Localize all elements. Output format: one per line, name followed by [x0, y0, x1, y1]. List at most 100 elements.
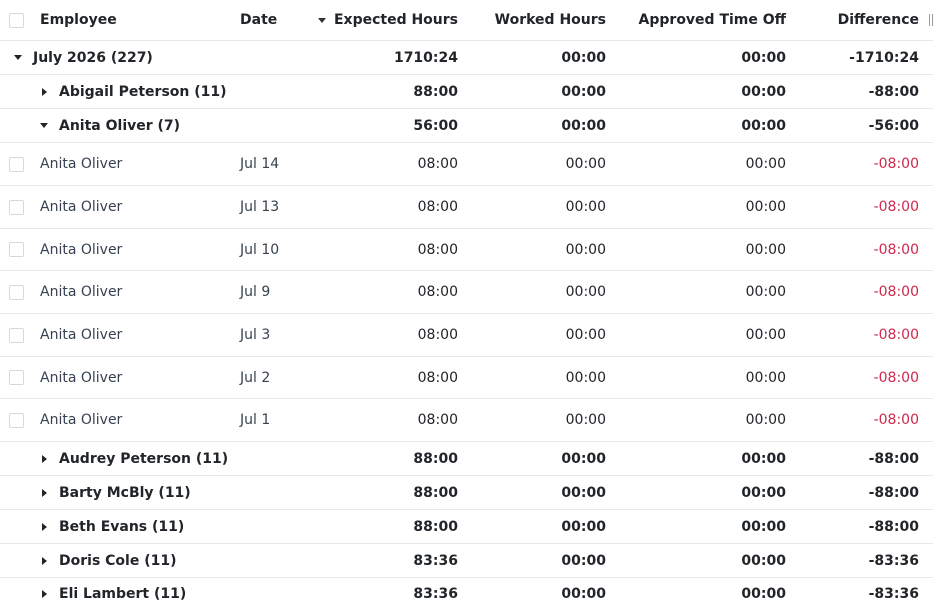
group-expected-hours: 88:00 [413, 83, 458, 100]
expected-hours: 08:00 [417, 241, 458, 258]
group-time-off: 00:00 [741, 49, 786, 66]
group-expected-hours: 88:00 [413, 484, 458, 501]
caret-right-icon [42, 442, 47, 475]
group-label: Eli Lambert (11) [59, 586, 187, 602]
group-label: Anita Oliver (7) [59, 117, 181, 134]
group-row-barty-mcbly[interactable]: Barty McBly (11) 88:00 00:00 00:00 -88:0… [0, 476, 933, 510]
group-expected-hours: 56:00 [413, 117, 458, 134]
group-row-beth-evans[interactable]: Beth Evans (11) 88:00 00:00 00:00 -88:00 [0, 510, 933, 544]
expected-hours: 08:00 [417, 369, 458, 386]
row-checkbox[interactable] [9, 186, 24, 228]
group-difference: -56:00 [868, 117, 919, 134]
row-checkbox[interactable] [9, 399, 24, 441]
group-difference: -88:00 [868, 518, 919, 535]
expected-hours: 08:00 [417, 156, 458, 172]
expected-hours: 08:00 [417, 199, 458, 215]
group-difference: -1710:24 [849, 49, 919, 66]
worked-hours: 00:00 [565, 369, 606, 386]
caret-right-icon [42, 75, 47, 108]
record-date: Jul 3 [240, 327, 271, 343]
table-row[interactable]: Anita Oliver Jul 13 08:00 00:00 00:00 -0… [0, 186, 933, 229]
group-worked-hours: 00:00 [561, 518, 606, 535]
group-label: Abigail Peterson (11) [59, 83, 227, 100]
employee-name: Anita Oliver [40, 284, 123, 300]
row-checkbox[interactable] [9, 314, 24, 356]
table-row[interactable]: Anita Oliver Jul 1 08:00 00:00 00:00 -08… [0, 399, 933, 442]
worked-hours: 00:00 [565, 199, 606, 215]
group-row-doris-cole[interactable]: Doris Cole (11) 83:36 00:00 00:00 -83:36 [0, 544, 933, 578]
column-header-date[interactable]: Date [240, 0, 277, 40]
group-label: Audrey Peterson (11) [59, 450, 229, 467]
column-header-worked-hours[interactable]: Worked Hours [495, 0, 606, 40]
group-time-off: 00:00 [741, 450, 786, 467]
time-off: 00:00 [745, 284, 786, 300]
table-row[interactable]: Anita Oliver Jul 10 08:00 00:00 00:00 -0… [0, 229, 933, 271]
group-label: Doris Cole (11) [59, 552, 177, 569]
worked-hours: 00:00 [565, 156, 606, 172]
table-row[interactable]: Anita Oliver Jul 3 08:00 00:00 00:00 -08… [0, 314, 933, 357]
group-row-eli-lambert[interactable]: Eli Lambert (11) 83:36 00:00 00:00 -83:3… [0, 578, 933, 610]
group-worked-hours: 00:00 [561, 484, 606, 501]
group-row-anita-oliver[interactable]: Anita Oliver (7) 56:00 00:00 00:00 -56:0… [0, 109, 933, 143]
group-worked-hours: 00:00 [561, 49, 606, 66]
table-row[interactable]: Anita Oliver Jul 9 08:00 00:00 00:00 -08… [0, 271, 933, 314]
group-difference: -83:36 [868, 586, 919, 602]
column-header-expected-hours[interactable]: Expected Hours [334, 0, 458, 40]
caret-right-icon [42, 510, 47, 543]
time-off: 00:00 [745, 156, 786, 172]
group-difference: -88:00 [868, 450, 919, 467]
caret-down-icon [40, 109, 48, 142]
expected-hours: 08:00 [417, 284, 458, 300]
time-off: 00:00 [745, 369, 786, 386]
table-row[interactable]: Anita Oliver Jul 2 08:00 00:00 00:00 -08… [0, 357, 933, 399]
group-time-off: 00:00 [741, 518, 786, 535]
difference: -08:00 [873, 156, 919, 172]
employee-name: Anita Oliver [40, 327, 123, 343]
group-worked-hours: 00:00 [561, 552, 606, 569]
time-off: 00:00 [745, 241, 786, 258]
column-header-employee[interactable]: Employee [40, 0, 117, 40]
table-header: Employee Date Expected Hours Worked Hour… [0, 0, 933, 41]
time-off: 00:00 [745, 327, 786, 343]
record-date: Jul 9 [240, 284, 271, 300]
group-row-audrey-peterson[interactable]: Audrey Peterson (11) 88:00 00:00 00:00 -… [0, 442, 933, 476]
difference: -08:00 [873, 199, 919, 215]
group-worked-hours: 00:00 [561, 450, 606, 467]
row-checkbox[interactable] [9, 143, 24, 185]
sort-desc-icon[interactable] [318, 0, 326, 40]
group-time-off: 00:00 [741, 83, 786, 100]
group-label: Beth Evans (11) [59, 518, 185, 535]
worked-hours: 00:00 [565, 241, 606, 258]
row-checkbox[interactable] [9, 271, 24, 313]
table-row[interactable]: Anita Oliver Jul 14 08:00 00:00 00:00 -0… [0, 143, 933, 186]
caret-right-icon [42, 578, 47, 610]
group-difference: -83:36 [868, 552, 919, 569]
expected-hours: 08:00 [417, 327, 458, 343]
record-date: Jul 1 [240, 412, 271, 428]
group-time-off: 00:00 [741, 117, 786, 134]
group-row-abigail-peterson[interactable]: Abigail Peterson (11) 88:00 00:00 00:00 … [0, 75, 933, 109]
column-header-difference[interactable]: Difference [838, 0, 919, 40]
select-all-checkbox[interactable] [9, 0, 24, 40]
group-time-off: 00:00 [741, 552, 786, 569]
record-date: Jul 10 [240, 241, 280, 258]
column-header-approved-time-off[interactable]: Approved Time Off [639, 0, 786, 40]
column-resize-handle-icon[interactable] [929, 0, 933, 40]
difference: -08:00 [873, 369, 919, 386]
employee-name: Anita Oliver [40, 369, 123, 386]
group-difference: -88:00 [868, 83, 919, 100]
group-row-july-2026[interactable]: July 2026 (227) 1710:24 00:00 00:00 -171… [0, 41, 933, 75]
row-checkbox[interactable] [9, 229, 24, 270]
difference: -08:00 [873, 412, 919, 428]
group-expected-hours: 88:00 [413, 518, 458, 535]
caret-down-icon [14, 41, 22, 74]
difference: -08:00 [873, 241, 919, 258]
worked-hours: 00:00 [565, 412, 606, 428]
employee-name: Anita Oliver [40, 199, 123, 215]
group-difference: -88:00 [868, 484, 919, 501]
row-checkbox[interactable] [9, 357, 24, 398]
expected-hours: 08:00 [417, 412, 458, 428]
caret-right-icon [42, 544, 47, 577]
group-expected-hours: 83:36 [413, 586, 458, 602]
record-date: Jul 14 [240, 156, 280, 172]
